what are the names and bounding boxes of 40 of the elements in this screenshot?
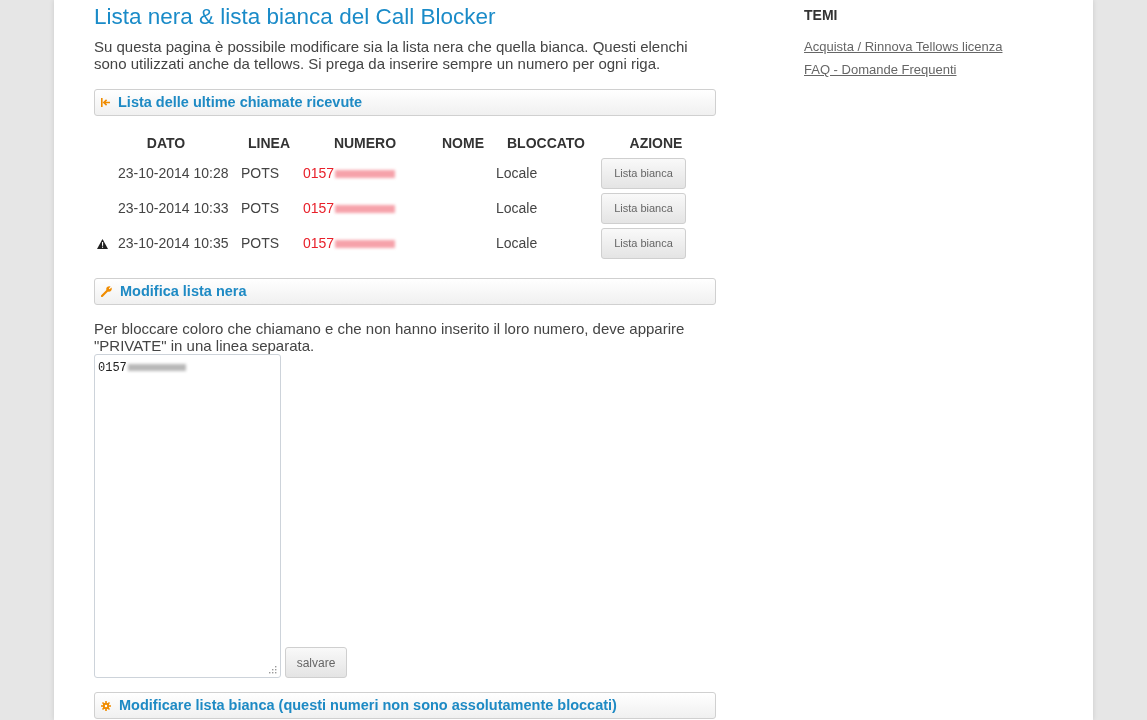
block-status: Locale <box>496 235 538 251</box>
call-date: 23-10-2014 10:35 <box>118 234 229 253</box>
phone-number: 0157 <box>303 165 335 181</box>
section-title: Lista delle ultime chiamate ricevute <box>118 92 363 112</box>
redaction-blur-icon <box>335 170 396 179</box>
redaction-blur-icon <box>127 364 186 372</box>
intro-text: Su questa pagina è possibile modificare sia la lista nera che quella bianca. Questi elenchi sono utilizzati anche da tellows. Si prega da inserire sempre un numero per ogni riga. <box>94 38 689 72</box>
sidebar-link[interactable]: Acquista / Rinnova Tellows licenza <box>804 35 1003 58</box>
column-header: BLOCCATO <box>506 134 585 151</box>
save-button[interactable]: salvare <box>285 647 347 678</box>
blacklist-textarea[interactable]: 0157 <box>94 354 281 678</box>
block-status: Locale <box>496 165 538 181</box>
column-header: DATO <box>146 134 186 151</box>
wrench-icon <box>101 286 112 297</box>
arrow-to-bar-icon <box>101 98 110 107</box>
line-type: POTS <box>241 165 280 181</box>
line-type: POTS <box>241 200 280 216</box>
column-header: NUMERO <box>333 134 397 151</box>
phone-number: 0157 <box>303 235 335 251</box>
sidebar-link[interactable]: FAQ - Domande Frequenti <box>804 58 957 81</box>
whitelist-button[interactable]: Lista bianca <box>601 228 686 259</box>
section-title: Modifica lista nera <box>120 281 247 301</box>
whitelist-button[interactable]: Lista bianca <box>601 193 686 224</box>
page-title: Lista nera & lista bianca del Call Blocker <box>94 3 496 31</box>
block-status: Locale <box>496 200 538 216</box>
redaction-blur-icon <box>335 205 396 214</box>
line-type: POTS <box>241 235 280 251</box>
resize-grip-icon <box>268 665 277 674</box>
gear-icon <box>101 700 111 711</box>
call-date: 23-10-2014 10:28 <box>118 164 229 183</box>
column-header: AZIONE <box>629 134 683 151</box>
section-title: Modificare lista bianca (questi numeri non sono assolutamente bloccati) <box>119 695 617 715</box>
phone-number: 0157 <box>303 200 335 216</box>
call-date: 23-10-2014 10:33 <box>118 199 229 218</box>
column-header: LINEA <box>248 134 290 151</box>
instruction-text: Per bloccare coloro che chiamano e che non hanno inserito il loro numero, deve apparire "PRIVATE" in una linea separata. <box>94 320 686 354</box>
redaction-blur-icon <box>335 240 396 249</box>
sidebar-heading: TEMI <box>804 6 838 25</box>
column-header: NOME <box>442 134 484 151</box>
whitelist-button[interactable]: Lista bianca <box>601 158 686 189</box>
